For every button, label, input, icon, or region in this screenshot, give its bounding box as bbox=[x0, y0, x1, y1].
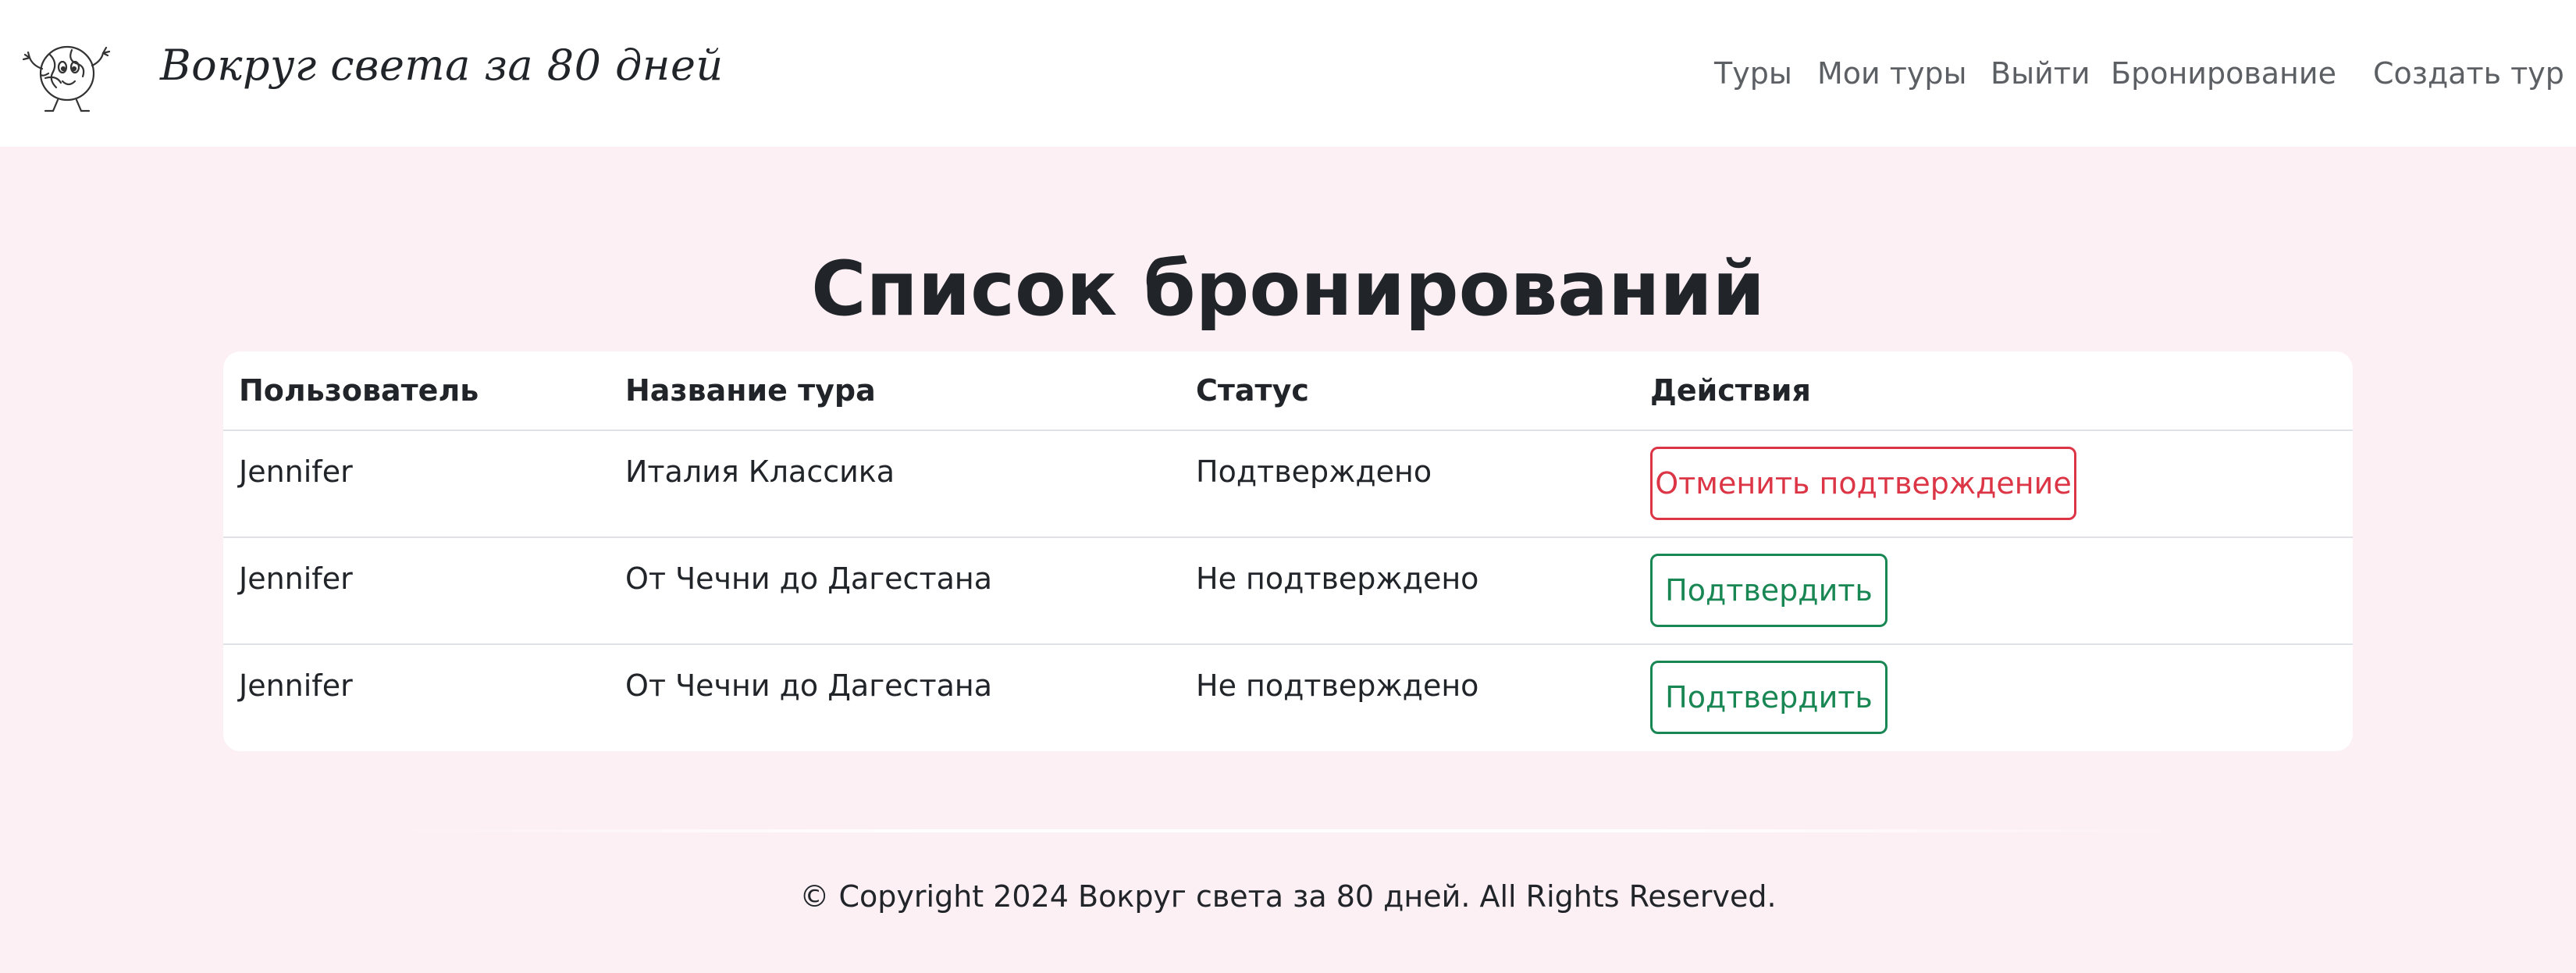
page-title: Список бронирований bbox=[811, 245, 1765, 333]
top-navbar: Вокруг света за 80 дней Туры Мои туры Вы… bbox=[0, 0, 2576, 147]
table-row: Jennifer От Чечни до Дагестана Не подтве… bbox=[223, 645, 2353, 751]
column-header-actions: Действия bbox=[1650, 373, 1811, 408]
nav-link-tours[interactable]: Туры bbox=[1714, 56, 1792, 91]
nav-link-bookings[interactable]: Бронирование bbox=[2111, 56, 2336, 91]
confirm-button[interactable]: Подтвердить bbox=[1650, 661, 1888, 734]
row-tour-name: От Чечни до Дагестана bbox=[625, 668, 992, 703]
bookings-table: Пользователь Название тура Статус Действ… bbox=[223, 351, 2353, 751]
row-status: Не подтверждено bbox=[1196, 668, 1479, 703]
footer-divider bbox=[390, 829, 2186, 832]
table-row: Jennifer От Чечни до Дагестана Не подтве… bbox=[223, 538, 2353, 645]
nav-link-create-tour[interactable]: Создать тур bbox=[2373, 56, 2564, 91]
column-header-user: Пользователь bbox=[239, 373, 479, 408]
row-status: Подтверждено bbox=[1196, 454, 1432, 489]
nav-link-logout[interactable]: Выйти bbox=[1991, 56, 2090, 91]
row-user: Jennifer bbox=[239, 668, 353, 703]
brand-title[interactable]: Вокруг света за 80 дней bbox=[160, 41, 724, 90]
nav-link-my-tours[interactable]: Мои туры bbox=[1817, 56, 1967, 91]
footer-copyright: © Copyright 2024 Вокруг света за 80 дней… bbox=[799, 879, 1777, 914]
cancel-confirmation-button[interactable]: Отменить подтверждение bbox=[1650, 447, 2076, 520]
table-row: Jennifer Италия Классика Подтверждено От… bbox=[223, 431, 2353, 538]
column-header-tour: Название тура bbox=[625, 373, 876, 408]
row-status: Не подтверждено bbox=[1196, 561, 1479, 596]
globe-logo-icon[interactable] bbox=[17, 31, 117, 119]
row-tour-name: От Чечни до Дагестана bbox=[625, 561, 992, 596]
row-user: Jennifer bbox=[239, 454, 353, 489]
row-user: Jennifer bbox=[239, 561, 353, 596]
column-header-status: Статус bbox=[1196, 373, 1309, 408]
row-tour-name: Италия Классика bbox=[625, 454, 895, 489]
confirm-button[interactable]: Подтвердить bbox=[1650, 554, 1888, 627]
table-header-row: Пользователь Название тура Статус Действ… bbox=[223, 351, 2353, 431]
